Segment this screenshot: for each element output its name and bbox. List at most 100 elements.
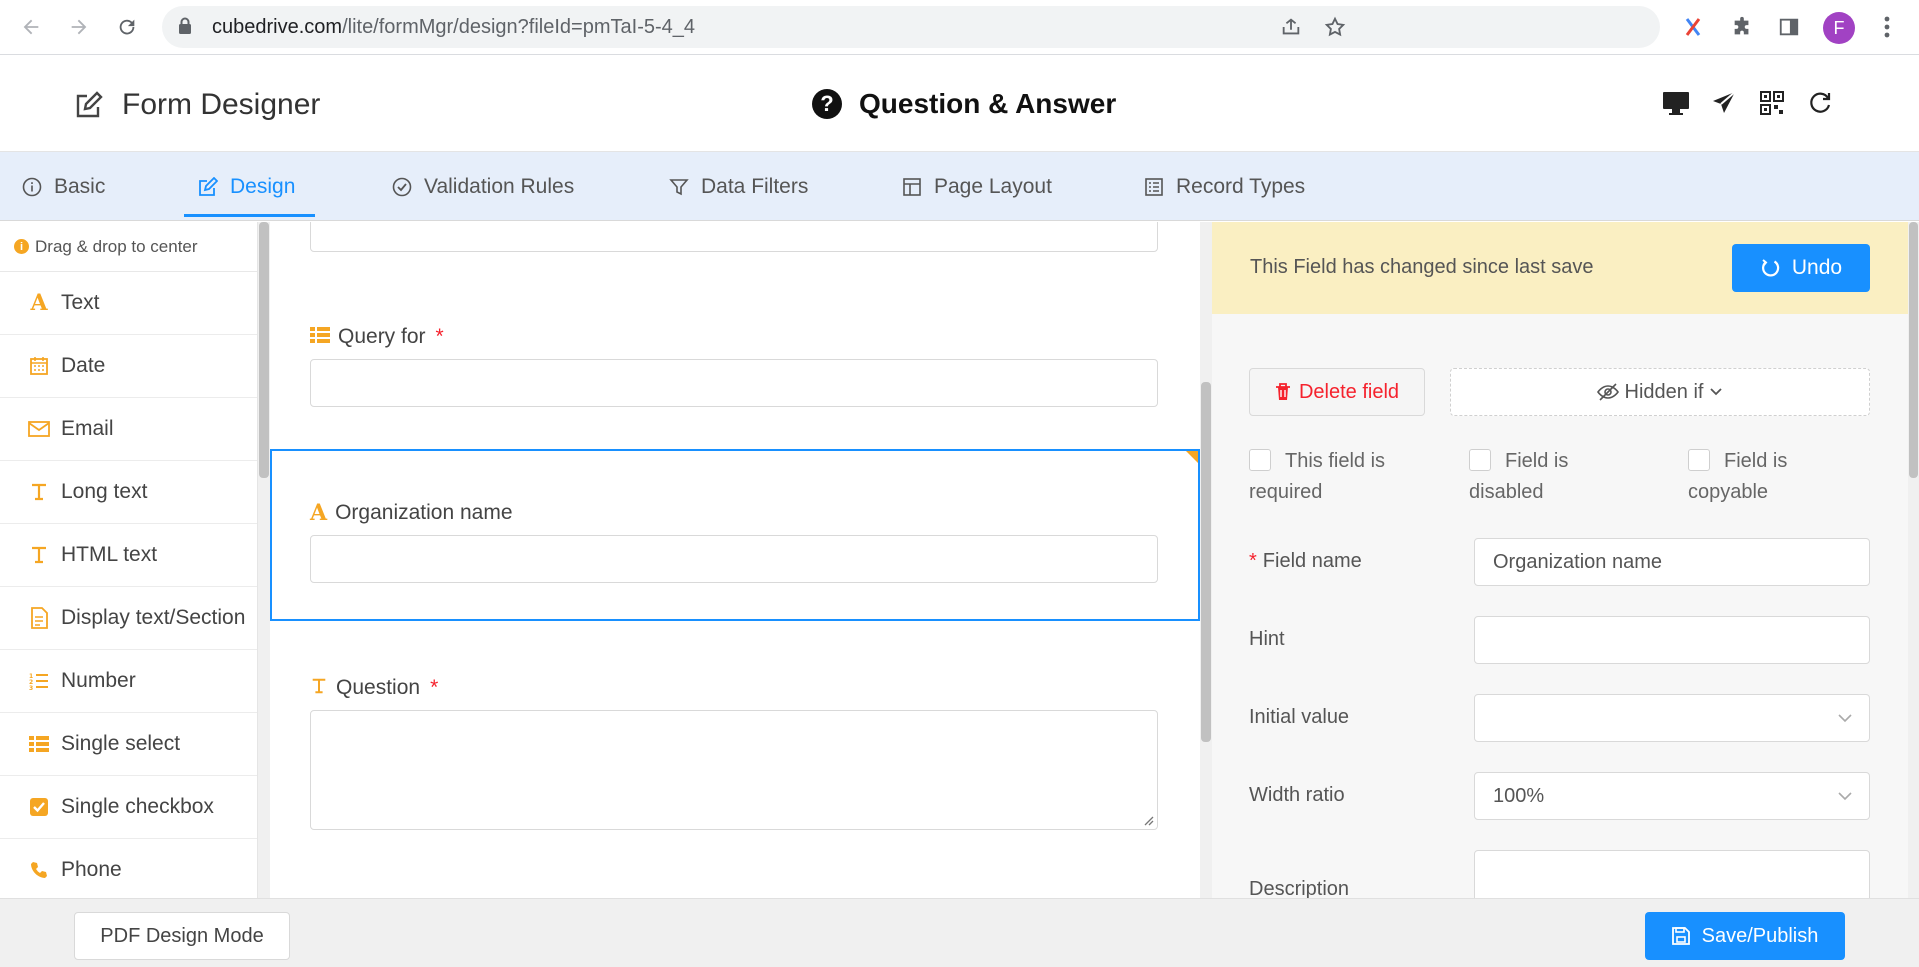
side-panel-icon[interactable]: [1774, 12, 1804, 42]
scrollbar-thumb[interactable]: [259, 222, 269, 478]
save-icon: [1671, 927, 1690, 945]
properties-scrollbar[interactable]: [1908, 222, 1919, 898]
palette-item-label: Number: [61, 669, 136, 692]
palette-item-label: HTML text: [61, 543, 158, 566]
tab-basic[interactable]: Basic: [22, 152, 105, 221]
palette-item-single-select[interactable]: Single select: [0, 713, 257, 776]
desktop-preview-icon[interactable]: [1659, 86, 1693, 120]
palette-item-email[interactable]: Email: [0, 398, 257, 461]
checkbox-label-line2: required: [1249, 481, 1323, 503]
checkbox-label-line2: copyable: [1688, 481, 1769, 503]
palette-item-phone[interactable]: Phone: [0, 839, 257, 898]
list-icon: [27, 735, 51, 753]
palette-item-long-text[interactable]: Long text: [0, 461, 257, 524]
tab-page-layout[interactable]: Page Layout: [902, 152, 1052, 221]
tab-record-types[interactable]: Record Types: [1144, 152, 1305, 221]
palette-hint: i Drag & drop to center: [0, 222, 257, 272]
palette-item-display-text[interactable]: Display text/Section: [0, 587, 257, 650]
check-circle-icon: [392, 177, 412, 196]
palette-item-date[interactable]: Date: [0, 335, 257, 398]
resize-handle-icon[interactable]: [1142, 814, 1154, 826]
tab-design[interactable]: Design: [183, 152, 316, 221]
form-title-text: Question & Answer: [859, 88, 1117, 119]
scrollbar-thumb[interactable]: [1201, 382, 1211, 742]
canvas-scrollbar[interactable]: [1200, 222, 1212, 898]
star-icon[interactable]: [1320, 12, 1350, 42]
tab-design-label: Design: [230, 174, 296, 198]
edit-icon: [199, 176, 218, 196]
checkbox-box[interactable]: [1469, 449, 1491, 471]
chevron-down-icon: [1710, 388, 1723, 396]
extension-x-icon[interactable]: [1678, 12, 1708, 42]
width-ratio-label: Width ratio: [1249, 784, 1345, 806]
pdf-design-mode-button[interactable]: PDF Design Mode: [74, 912, 290, 960]
palette-item-single-checkbox[interactable]: Single checkbox: [0, 776, 257, 839]
field-label-query-for: Query for *: [310, 324, 444, 350]
query-for-input[interactable]: [310, 359, 1158, 407]
organization-name-input[interactable]: [310, 535, 1158, 583]
send-icon[interactable]: [1707, 86, 1741, 120]
browser-toolbar: cubedrive.com/lite/formMgr/design?fileId…: [0, 0, 1919, 55]
disabled-checkbox[interactable]: Field is disabled: [1469, 446, 1568, 508]
question-textarea[interactable]: [310, 710, 1158, 830]
palette-item-label: Email: [61, 417, 114, 440]
palette-scrollbar[interactable]: [258, 222, 270, 898]
chevron-down-icon: [1838, 792, 1852, 801]
kebab-menu-icon[interactable]: [1872, 12, 1902, 42]
description-input[interactable]: [1474, 850, 1870, 898]
back-arrow-icon[interactable]: [14, 10, 48, 44]
palette-item-html-text[interactable]: HTML text: [0, 524, 257, 587]
palette-item-label: Display text/Section: [61, 606, 246, 629]
profile-avatar[interactable]: F: [1823, 12, 1855, 44]
tab-validation-rules[interactable]: Validation Rules: [392, 152, 574, 221]
refresh-icon[interactable]: [1803, 86, 1837, 120]
app-header: Form Designer ? Question & Answer: [0, 56, 1919, 152]
palette-item-label: Single checkbox: [61, 795, 214, 818]
qrcode-icon[interactable]: [1755, 86, 1789, 120]
field-label-organization-name: A Organization name: [310, 500, 513, 526]
phone-icon: [27, 861, 51, 879]
checkbox-box[interactable]: [1688, 449, 1710, 471]
checkbox-label-line2: disabled: [1469, 481, 1544, 503]
palette-item-label: Long text: [61, 480, 148, 503]
share-icon[interactable]: [1276, 12, 1306, 42]
unsaved-alert: This Field has changed since last save U…: [1212, 222, 1908, 314]
checkbox-icon: [27, 798, 51, 816]
mail-icon: [27, 420, 51, 438]
required-marker: *: [1249, 550, 1257, 572]
hint-input[interactable]: [1474, 616, 1870, 664]
hidden-if-button[interactable]: Hidden if: [1450, 368, 1870, 416]
undo-button[interactable]: Undo: [1732, 244, 1870, 292]
list-icon: [310, 324, 330, 350]
required-marker: *: [435, 325, 444, 348]
palette-item-label: Text: [61, 291, 100, 314]
checkbox-box[interactable]: [1249, 449, 1271, 471]
copyable-checkbox[interactable]: Field is copyable: [1688, 446, 1787, 508]
palette-item-number[interactable]: 123 Number: [0, 650, 257, 713]
hint-label: Hint: [1249, 628, 1285, 650]
save-publish-button[interactable]: Save/Publish: [1645, 912, 1845, 960]
tab-basic-label: Basic: [54, 174, 106, 198]
reload-icon[interactable]: [110, 10, 144, 44]
puzzle-icon[interactable]: [1727, 12, 1757, 42]
address-bar[interactable]: cubedrive.com/lite/formMgr/design?fileId…: [162, 6, 1660, 48]
initial-value-select[interactable]: [1474, 694, 1870, 742]
field-name-input[interactable]: Organization name: [1474, 538, 1870, 586]
undo-icon: [1761, 259, 1780, 277]
tab-data-filters[interactable]: Data Filters: [669, 152, 808, 221]
required-marker: *: [430, 676, 439, 699]
scrollbar-thumb[interactable]: [1909, 222, 1918, 478]
previous-field-input[interactable]: [310, 222, 1158, 252]
checkbox-label: Field is: [1724, 450, 1788, 472]
field-label-question: Question *: [310, 675, 438, 701]
chevron-down-icon: [1838, 714, 1852, 723]
palette-item-text[interactable]: A Text: [0, 272, 257, 335]
forward-arrow-icon[interactable]: [62, 10, 96, 44]
question-circle-icon: ?: [812, 89, 842, 119]
hidden-if-label: Hidden if: [1624, 380, 1704, 403]
delete-field-label: Delete field: [1298, 380, 1400, 403]
delete-field-button[interactable]: Delete field: [1249, 368, 1425, 416]
required-checkbox[interactable]: This field is required: [1249, 446, 1385, 508]
width-ratio-select[interactable]: 100%: [1474, 772, 1870, 820]
eye-hidden-icon: [1596, 383, 1619, 401]
